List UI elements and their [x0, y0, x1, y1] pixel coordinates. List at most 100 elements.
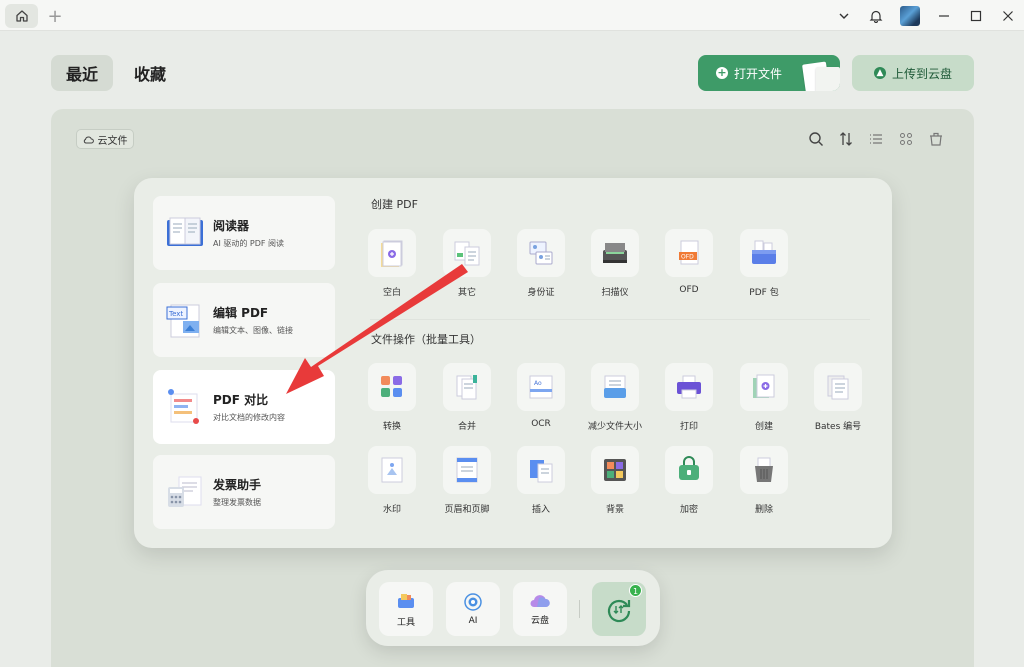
- recycle-bin-button[interactable]: [926, 129, 946, 149]
- sort-button[interactable]: [836, 129, 856, 149]
- feature-subtitle: 整理发票数据: [213, 498, 261, 507]
- pdf-package-icon: [752, 240, 776, 264]
- ocr-icon: Ao: [529, 375, 553, 399]
- search-button[interactable]: [806, 129, 826, 149]
- op-print[interactable]: 打印: [653, 363, 725, 435]
- dock-tools[interactable]: 工具: [379, 582, 433, 636]
- grid-view-icon: [900, 133, 912, 145]
- sync-icon: [607, 599, 631, 623]
- watermark-icon: [381, 457, 403, 483]
- tool-label: 水印: [382, 505, 401, 515]
- notification-button[interactable]: [860, 0, 892, 31]
- feature-title: 编辑 PDF: [213, 306, 269, 320]
- maximize-button[interactable]: [960, 0, 992, 31]
- id-card-icon: [529, 241, 553, 265]
- upload-to-cloud-button[interactable]: ▲ 上传到云盘: [852, 55, 974, 91]
- dropdown-button[interactable]: [828, 0, 860, 31]
- convert-icon: [381, 376, 402, 397]
- grid-view-button[interactable]: [896, 129, 916, 149]
- dock-label: 云盘: [530, 615, 549, 626]
- op-create[interactable]: 创建: [728, 363, 800, 435]
- op-bates-numbering[interactable]: Bates 编号: [802, 363, 874, 435]
- open-file-button[interactable]: + 打开文件: [698, 55, 840, 91]
- feature-invoice-assistant[interactable]: 发票助手 整理发票数据: [153, 455, 335, 529]
- op-watermark[interactable]: 水印: [356, 446, 428, 518]
- scanner-icon: [603, 243, 627, 263]
- tool-label: 创建: [754, 422, 773, 432]
- tool-label: 删除: [754, 505, 773, 515]
- home-icon: [15, 10, 28, 22]
- svg-text:Ao: Ao: [534, 380, 542, 387]
- title-bar: +: [0, 0, 1024, 31]
- create-other[interactable]: 其它: [431, 229, 503, 301]
- tool-label: 背景: [605, 505, 624, 515]
- op-encrypt[interactable]: 加密: [653, 446, 725, 518]
- op-delete[interactable]: 删除: [728, 446, 800, 518]
- op-background[interactable]: 背景: [579, 446, 651, 518]
- upload-label: 上传到云盘: [891, 66, 952, 81]
- create-ofd[interactable]: OFD OFD: [653, 229, 725, 301]
- feature-subtitle: 编辑文本、图像、链接: [213, 326, 293, 335]
- feature-title: 发票助手: [213, 478, 262, 492]
- dock-cloud-drive[interactable]: 云盘: [513, 582, 567, 636]
- tool-label: PDF 包: [749, 288, 779, 298]
- feature-subtitle: 对比文档的修改内容: [213, 413, 285, 422]
- feature-reader[interactable]: 阅读器 AI 驱动的 PDF 阅读: [153, 196, 335, 270]
- create-pdf-portfolio[interactable]: PDF 包: [728, 229, 800, 301]
- feature-pdf-compare[interactable]: PDF 对比 对比文档的修改内容: [153, 370, 335, 444]
- ofd-file-icon: OFD: [679, 240, 699, 265]
- notification-badge: 1: [629, 584, 642, 597]
- create-id-card[interactable]: 身份证: [505, 229, 577, 301]
- section-divider: [370, 319, 870, 320]
- merge-icon: [456, 375, 477, 400]
- op-ocr[interactable]: Ao OCR: [505, 363, 577, 435]
- op-compress[interactable]: 减少文件大小: [579, 363, 651, 435]
- avatar[interactable]: [900, 5, 920, 26]
- tool-label: 空白: [382, 288, 401, 298]
- open-file-label: 打开文件: [734, 66, 783, 81]
- palette-icon: [604, 459, 626, 481]
- svg-text:Text: Text: [168, 310, 183, 318]
- tool-label: Bates 编号: [814, 422, 862, 432]
- documents-icon: [454, 241, 480, 266]
- edit-text-icon: Text: [165, 301, 205, 339]
- feature-edit-pdf[interactable]: Text 编辑 PDF 编辑文本、图像、链接: [153, 283, 335, 357]
- cloud-files-chip[interactable]: 云文件: [76, 129, 134, 149]
- new-tab-button[interactable]: +: [44, 4, 66, 28]
- create-doc-icon: [753, 374, 775, 398]
- list-view-button[interactable]: [866, 129, 886, 149]
- trash-icon: [755, 457, 773, 482]
- create-blank[interactable]: 空白: [356, 229, 428, 301]
- toolbox-icon: [398, 593, 414, 608]
- bates-icon: [827, 375, 849, 400]
- op-convert[interactable]: 转换: [356, 363, 428, 435]
- insert-icon: [530, 460, 553, 483]
- create-scanner[interactable]: 扫描仪: [579, 229, 651, 301]
- tool-label: 合并: [457, 422, 476, 432]
- tab-favorites[interactable]: 收藏: [119, 55, 181, 91]
- maximize-icon: [970, 10, 982, 21]
- tool-label: 页眉和页脚: [444, 505, 490, 515]
- minimize-icon: [939, 14, 949, 17]
- tool-label: OFD: [679, 285, 699, 295]
- op-header-footer[interactable]: 页眉和页脚: [431, 446, 503, 518]
- op-insert[interactable]: 插入: [505, 446, 577, 518]
- close-button[interactable]: [992, 0, 1024, 31]
- op-merge[interactable]: 合并: [431, 363, 503, 435]
- tool-label: 打印: [679, 422, 698, 432]
- printer-icon: [677, 375, 701, 399]
- minimize-button[interactable]: [928, 0, 960, 31]
- tool-label: 扫描仪: [601, 288, 629, 298]
- recycle-icon: [930, 132, 942, 146]
- tab-recent[interactable]: 最近: [51, 55, 114, 91]
- dock-ai[interactable]: AI: [446, 582, 500, 636]
- feature-subtitle: AI 驱动的 PDF 阅读: [213, 239, 285, 248]
- ai-orb-icon: [464, 593, 482, 611]
- compress-icon: [604, 375, 626, 398]
- upload-arrow-icon: ▲: [873, 67, 886, 79]
- tool-label: 其它: [457, 288, 476, 298]
- feature-title: PDF 对比: [213, 393, 269, 407]
- home-tab[interactable]: [5, 4, 38, 28]
- search-icon: [809, 132, 823, 146]
- plus-circle-icon: +: [716, 66, 728, 79]
